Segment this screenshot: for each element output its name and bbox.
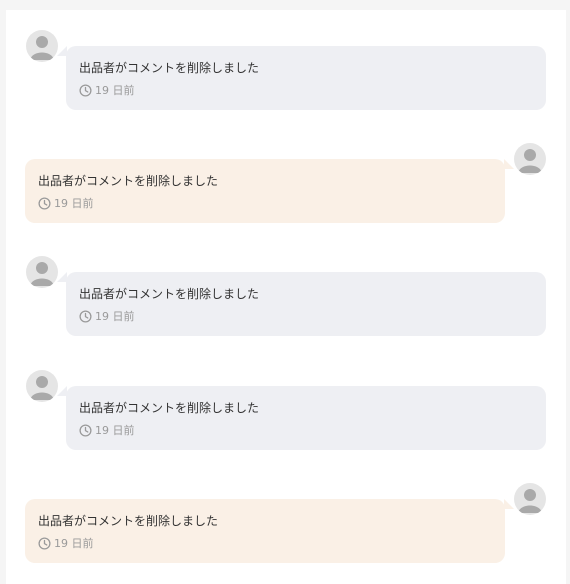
clock-icon [38,197,51,210]
comment-bubble: 出品者がコメントを削除しました 19 日前 [25,159,514,223]
user-avatar-icon[interactable] [26,370,58,402]
comment-time-label: 19 日前 [95,84,135,97]
comment-timestamp: 19 日前 [79,310,533,323]
user-avatar-icon[interactable] [514,483,546,515]
comment-item: 出品者がコメントを削除しました 19 日前 [6,30,566,110]
comment-time-label: 19 日前 [54,537,94,550]
comment-bubble: 出品者がコメントを削除しました 19 日前 [25,499,514,563]
comment-thread: 出品者がコメントを削除しました 19 日前 出品者がコメントを削除しました 19… [6,10,566,584]
comment-text: 出品者がコメントを削除しました [79,401,260,415]
comment-item: 出品者がコメントを削除しました 19 日前 [6,370,566,450]
comment-timestamp: 19 日前 [79,424,533,437]
comment-time-label: 19 日前 [95,310,135,323]
comment-item: 出品者がコメントを削除しました 19 日前 [6,483,566,563]
comment-text: 出品者がコメントを削除しました [38,514,219,528]
comment-text: 出品者がコメントを削除しました [79,61,260,75]
comment-bubble: 出品者がコメントを削除しました 19 日前 [57,386,546,450]
clock-icon [79,310,92,323]
comment-timestamp: 19 日前 [38,537,492,550]
comment-item: 出品者がコメントを削除しました 19 日前 [6,256,566,336]
comment-bubble: 出品者がコメントを削除しました 19 日前 [57,46,546,110]
user-avatar-icon[interactable] [514,143,546,175]
clock-icon [79,424,92,437]
comment-item: 出品者がコメントを削除しました 19 日前 [6,143,566,223]
comment-time-label: 19 日前 [95,424,135,437]
comment-timestamp: 19 日前 [38,197,492,210]
clock-icon [38,537,51,550]
comment-timestamp: 19 日前 [79,84,533,97]
clock-icon [79,84,92,97]
comment-text: 出品者がコメントを削除しました [38,174,219,188]
user-avatar-icon[interactable] [26,256,58,288]
comment-text: 出品者がコメントを削除しました [79,287,260,301]
comment-bubble: 出品者がコメントを削除しました 19 日前 [57,272,546,336]
comment-time-label: 19 日前 [54,197,94,210]
user-avatar-icon[interactable] [26,30,58,62]
